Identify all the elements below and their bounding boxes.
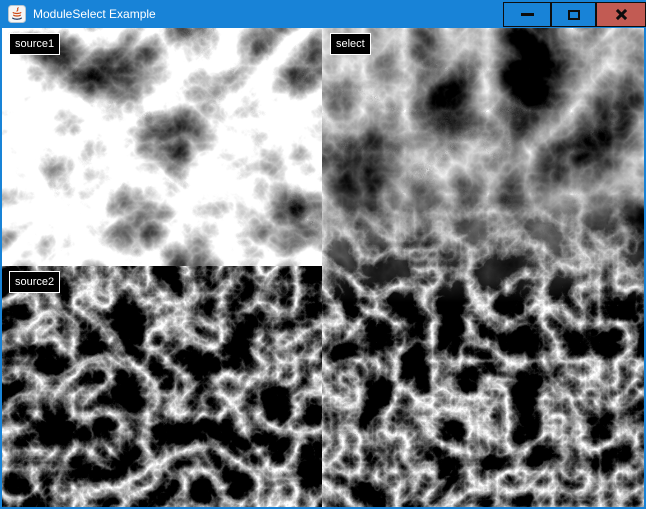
source2-noise-image: [0, 266, 322, 509]
titlebar[interactable]: ModuleSelect Example: [0, 0, 646, 28]
source1-label: source1: [9, 33, 60, 55]
app-window: ModuleSelect Example: [0, 0, 646, 509]
minimize-button[interactable]: [503, 2, 551, 27]
window-border-left: [0, 28, 2, 509]
select-noise-image: [322, 28, 646, 509]
java-coffee-cup-icon[interactable]: [8, 5, 26, 23]
window-controls: [503, 2, 646, 27]
maximize-button[interactable]: [551, 2, 596, 27]
render-canvas: source1 select source2: [0, 28, 646, 509]
window-title: ModuleSelect Example: [33, 7, 156, 21]
source1-noise-image: [0, 28, 322, 266]
close-icon: [615, 8, 628, 21]
source2-label: source2: [9, 271, 60, 293]
close-button[interactable]: [596, 2, 646, 27]
minimize-icon: [521, 13, 534, 16]
maximize-icon: [568, 10, 580, 20]
select-label: select: [330, 33, 371, 55]
